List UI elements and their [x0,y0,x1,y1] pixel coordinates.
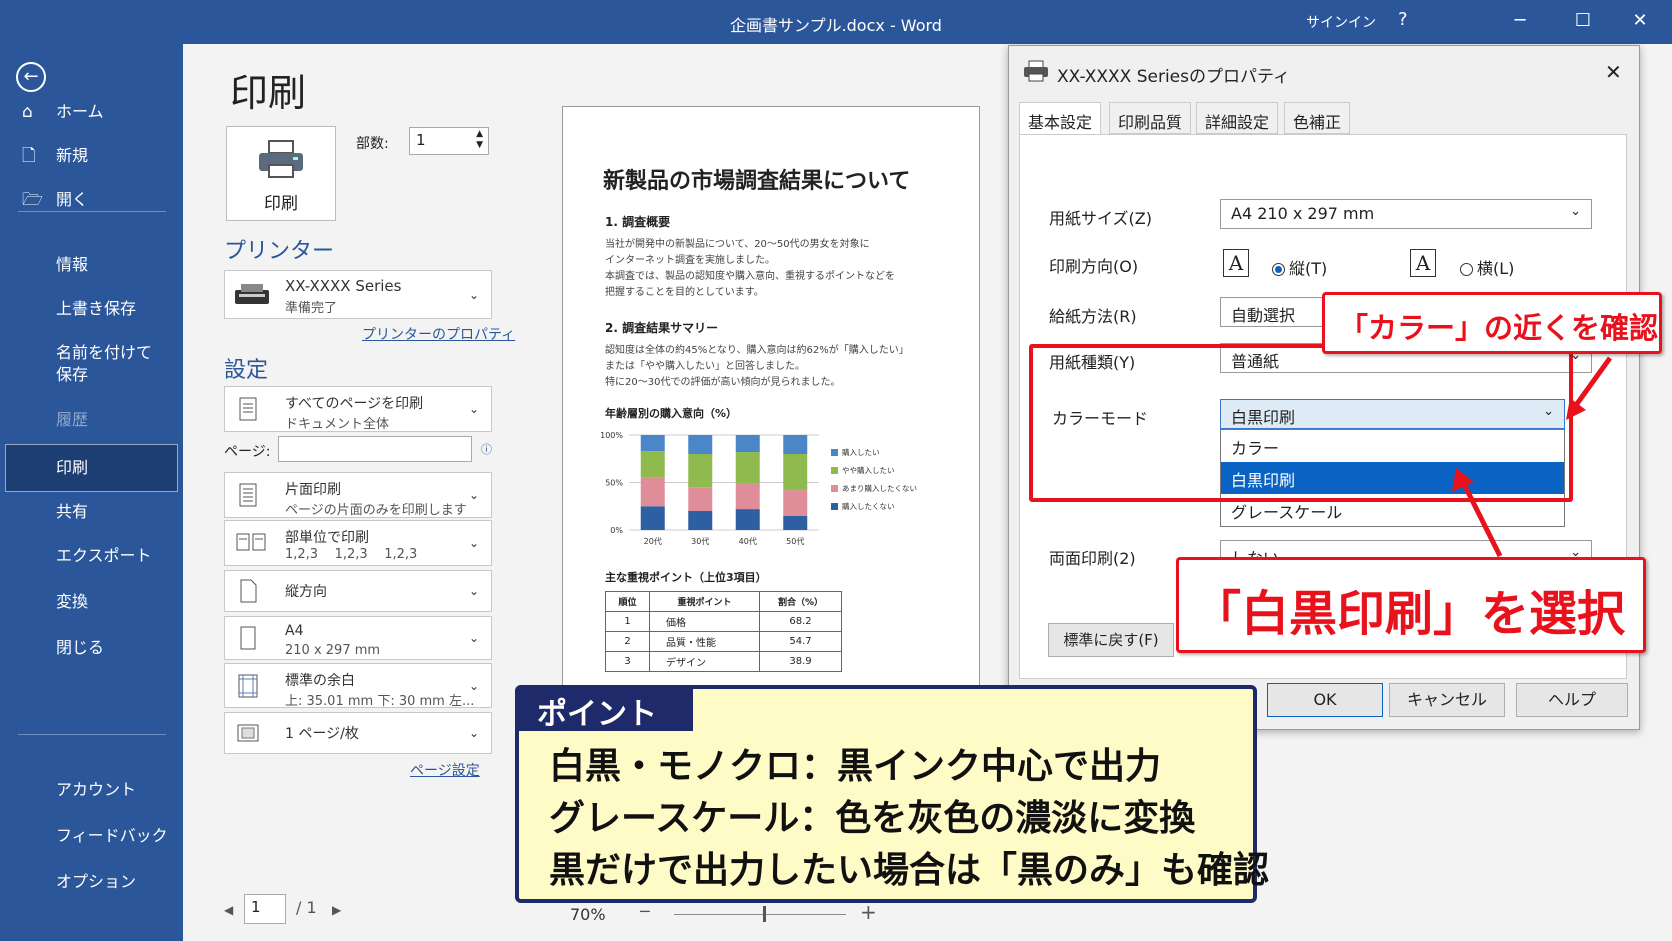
point-line: 黒だけで出力したい場合は「黒のみ」も確認 [549,850,1270,891]
arrow-to-dropdown-icon [1566,356,1613,420]
point-line: グレースケール：色を灰色の濃淡に変換 [549,798,1196,839]
point-note-box: ポイント 白黒・モノクロ：黒インク中心で出力 グレースケール：色を灰色の濃淡に変… [515,685,1269,903]
point-tag: ポイント [515,685,693,732]
point-line: 白黒・モノクロ：黒インク中心で出力 [549,746,1162,787]
arrow-to-monochrome-icon [1452,468,1503,558]
